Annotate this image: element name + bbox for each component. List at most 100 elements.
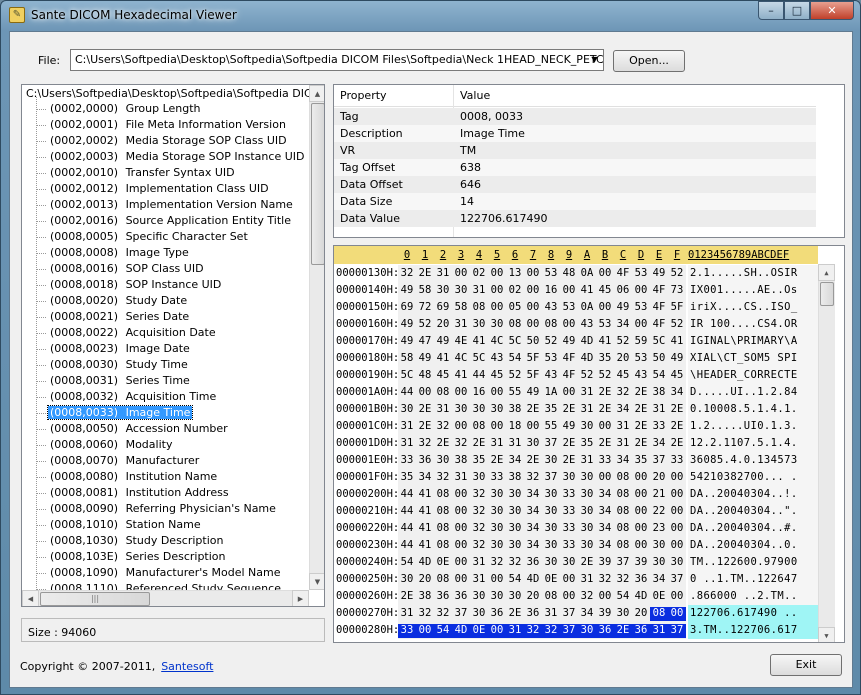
hex-byte[interactable]: 08: [434, 505, 452, 519]
hex-byte[interactable]: 30: [470, 471, 488, 485]
hex-byte[interactable]: 2E: [470, 437, 488, 451]
hex-byte[interactable]: 00: [632, 471, 650, 485]
hex-byte[interactable]: 00: [668, 607, 686, 621]
hex-row[interactable]: 000001C0H: 31 2E 32 00 08 00 18 00 55 49 30 00 31 2E 33…: [334, 418, 818, 435]
hex-byte[interactable]: 30: [668, 556, 686, 570]
hex-byte[interactable]: 00: [452, 488, 470, 502]
hex-bytes[interactable]: 58 49 41 4C 5C 43 54 5F 53 4F 4D 35 20 53 50 49: [398, 350, 686, 367]
hex-vertical-scrollbar[interactable]: ▲ ▼: [818, 264, 835, 642]
hex-byte[interactable]: 34: [596, 505, 614, 519]
hex-byte[interactable]: 20: [524, 590, 542, 604]
hex-byte[interactable]: 37: [560, 624, 578, 638]
hex-byte[interactable]: 37: [452, 607, 470, 621]
hex-byte[interactable]: 5C: [506, 335, 524, 349]
hex-byte[interactable]: 53: [542, 352, 560, 366]
hex-byte[interactable]: 2E: [560, 454, 578, 468]
hex-byte[interactable]: 30: [398, 403, 416, 417]
hex-byte[interactable]: 43: [488, 352, 506, 366]
hex-byte[interactable]: 30: [452, 284, 470, 298]
hex-byte[interactable]: 44: [398, 522, 416, 536]
hex-byte[interactable]: 31: [506, 624, 524, 638]
hex-byte[interactable]: 4D: [632, 590, 650, 604]
hex-byte[interactable]: 08: [650, 607, 668, 621]
tree-item[interactable]: (0008,0016) SOP Class UID: [36, 262, 206, 278]
hex-byte[interactable]: 00: [488, 284, 506, 298]
hex-byte[interactable]: 20: [614, 352, 632, 366]
hex-byte[interactable]: 41: [668, 335, 686, 349]
hex-row[interactable]: 00000130H: 32 2E 31 00 02 00 13 00 53 48 0A 00 4F 53 49…: [334, 265, 818, 282]
hex-byte[interactable]: 49: [416, 352, 434, 366]
tree-item[interactable]: (0008,0080) Institution Name: [36, 470, 219, 486]
hex-byte[interactable]: 30: [470, 607, 488, 621]
hex-byte[interactable]: 59: [632, 335, 650, 349]
property-row[interactable]: Description Image Time: [334, 125, 816, 142]
hex-byte[interactable]: 30: [542, 505, 560, 519]
hex-byte[interactable]: 49: [650, 267, 668, 281]
hex-byte[interactable]: 00: [632, 284, 650, 298]
hex-byte[interactable]: 30: [578, 488, 596, 502]
hex-byte[interactable]: 4F: [650, 284, 668, 298]
hex-byte[interactable]: 45: [488, 369, 506, 383]
hex-byte[interactable]: 34: [524, 539, 542, 553]
hex-row[interactable]: 00000280H: 33 00 54 4D 0E 00 31 32 32 37 30 36 2E 36 31…: [334, 622, 818, 639]
hex-row[interactable]: 000001A0H: 44 00 08 00 16 00 55 49 1A 00 31 2E 32 2E 38…: [334, 384, 818, 401]
hex-byte[interactable]: 08: [434, 386, 452, 400]
hex-byte[interactable]: 08: [614, 522, 632, 536]
hex-byte[interactable]: 37: [668, 624, 686, 638]
hex-byte[interactable]: 2E: [416, 267, 434, 281]
hex-byte[interactable]: 49: [398, 284, 416, 298]
hex-byte[interactable]: 55: [506, 386, 524, 400]
hex-byte[interactable]: 4E: [452, 335, 470, 349]
property-row[interactable]: Data Size 14: [334, 193, 816, 210]
hex-byte[interactable]: 2E: [632, 386, 650, 400]
hex-byte[interactable]: 4D: [578, 335, 596, 349]
hex-byte[interactable]: 52: [506, 369, 524, 383]
scroll-left-icon[interactable]: ◀: [22, 590, 39, 606]
hex-byte[interactable]: 00: [596, 301, 614, 315]
tree-item[interactable]: (0008,0081) Institution Address: [36, 486, 231, 502]
hex-byte[interactable]: 30: [488, 590, 506, 604]
hex-byte[interactable]: 58: [416, 284, 434, 298]
hex-byte[interactable]: 2E: [398, 590, 416, 604]
hex-byte[interactable]: 48: [416, 369, 434, 383]
hex-byte[interactable]: 41: [416, 522, 434, 536]
hex-byte[interactable]: 32: [470, 505, 488, 519]
hex-byte[interactable]: 36: [524, 556, 542, 570]
hex-byte[interactable]: 54: [506, 573, 524, 587]
tree-horizontal-scrollbar[interactable]: ◀ ||| ▶: [22, 590, 309, 606]
hex-byte[interactable]: 31: [614, 420, 632, 434]
hex-byte[interactable]: 2E: [668, 403, 686, 417]
hex-byte[interactable]: 32: [524, 471, 542, 485]
hex-byte[interactable]: 4F: [650, 318, 668, 332]
hex-byte[interactable]: 08: [470, 420, 488, 434]
hex-ascii[interactable]: 2.1.....SH..OSIR: [688, 265, 818, 282]
hex-byte[interactable]: 2E: [596, 386, 614, 400]
hex-byte[interactable]: 43: [542, 301, 560, 315]
hex-byte[interactable]: 00: [560, 590, 578, 604]
hex-byte[interactable]: 49: [560, 335, 578, 349]
hex-byte[interactable]: 32: [506, 556, 524, 570]
hex-byte[interactable]: 33: [560, 505, 578, 519]
hex-byte[interactable]: 37: [542, 437, 560, 451]
hex-byte[interactable]: 08: [470, 301, 488, 315]
hex-byte[interactable]: 45: [434, 369, 452, 383]
tree-item[interactable]: (0008,0033) Image Time: [36, 405, 194, 422]
hex-byte[interactable]: 00: [668, 539, 686, 553]
hex-byte[interactable]: 20: [434, 318, 452, 332]
hex-byte[interactable]: 30: [578, 522, 596, 536]
hex-byte[interactable]: 00: [596, 267, 614, 281]
hex-byte[interactable]: 23: [650, 522, 668, 536]
hex-row[interactable]: 00000250H: 30 20 08 00 31 00 54 4D 0E 00 31 32 32 36 34…: [334, 571, 818, 588]
minimize-button[interactable]: –: [758, 1, 784, 20]
hex-row[interactable]: 00000190H: 5C 48 45 41 44 45 52 5F 43 4F 52 52 45 43 54…: [334, 367, 818, 384]
hex-bytes[interactable]: 44 41 08 00 32 30 30 34 30 33 30 34 08 00 23 00: [398, 520, 686, 537]
hex-byte[interactable]: 36: [524, 607, 542, 621]
title-bar[interactable]: ✎ Sante DICOM Hexadecimal Viewer – □ ✕: [1, 1, 860, 31]
close-button[interactable]: ✕: [810, 1, 854, 20]
tree-item[interactable]: (0002,0001) File Meta Information Versio…: [36, 118, 288, 134]
hex-byte[interactable]: 30: [470, 590, 488, 604]
column-header-property[interactable]: Property: [340, 89, 387, 102]
hex-ascii[interactable]: IX001.....AE..Os: [688, 282, 818, 299]
hex-byte[interactable]: 0E: [542, 573, 560, 587]
exit-button[interactable]: Exit: [770, 654, 842, 676]
